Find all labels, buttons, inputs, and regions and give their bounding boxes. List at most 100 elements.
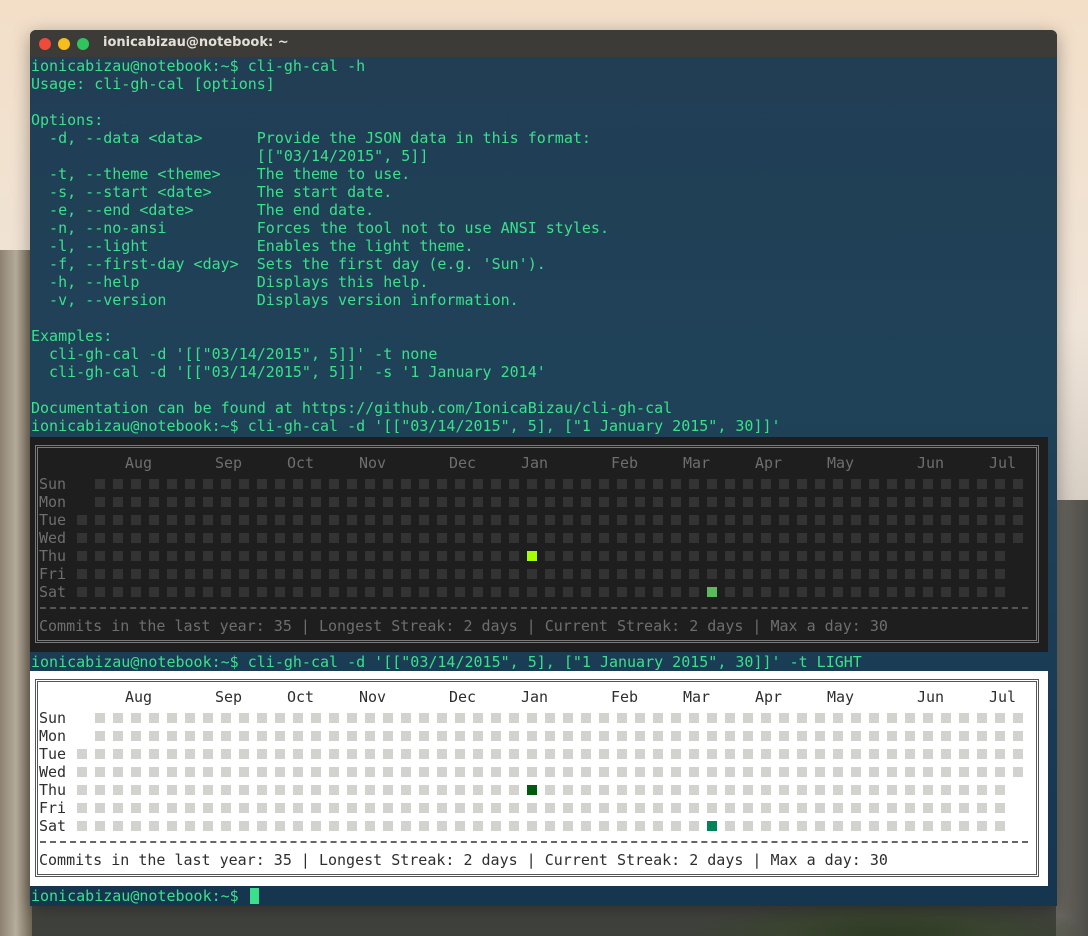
contribution-cell [617, 731, 627, 741]
contribution-cell [563, 515, 573, 525]
contribution-cell [779, 821, 789, 831]
contribution-cell [203, 821, 213, 831]
month-label: Jul [989, 688, 1017, 706]
contribution-cell [689, 767, 699, 777]
contribution-cell [311, 767, 321, 777]
contribution-cell [743, 803, 753, 813]
contribution-cell [563, 731, 573, 741]
terminal-output[interactable]: ionicabizau@notebook:~$ cli-gh-cal -h Usa… [30, 57, 1057, 906]
contribution-cell [689, 497, 699, 507]
contribution-cell [761, 749, 771, 759]
contribution-cell [419, 767, 429, 777]
contribution-cell [671, 803, 681, 813]
contribution-cell [509, 479, 519, 489]
contribution-cell [113, 551, 123, 561]
contribution-cell [365, 479, 375, 489]
contribution-cell [365, 749, 375, 759]
contribution-cell [617, 803, 627, 813]
contribution-cell [743, 821, 753, 831]
contribution-cell [419, 821, 429, 831]
contribution-cell [131, 587, 141, 597]
contribution-cell [995, 587, 1005, 597]
minimize-button[interactable] [58, 38, 70, 50]
contribution-cell [905, 533, 915, 543]
contribution-cell [455, 749, 465, 759]
contribution-cell [185, 569, 195, 579]
contribution-cell [185, 767, 195, 777]
contribution-cell [401, 731, 411, 741]
contribution-cell [581, 785, 591, 795]
contribution-cell [941, 749, 951, 759]
contribution-cell [437, 731, 447, 741]
maximize-button[interactable] [77, 38, 89, 50]
terminal-line: -n, --no-ansi Forces the tool not to use… [31, 219, 609, 237]
title-bar[interactable]: ionicabizau@notebook: ~ [30, 30, 1057, 57]
contribution-cell [257, 803, 267, 813]
contribution-cell [95, 497, 105, 507]
contribution-cell [833, 551, 843, 561]
contribution-cell [149, 515, 159, 525]
terminal-line: -d, --data <data> Provide the JSON data … [31, 129, 591, 147]
contribution-cell [95, 479, 105, 489]
contribution-cell [689, 479, 699, 489]
contribution-cell [707, 515, 717, 525]
contribution-cell [167, 713, 177, 723]
contribution-cell [923, 713, 933, 723]
contribution-cell [311, 533, 321, 543]
contribution-cell [257, 533, 267, 543]
contribution-cell [437, 587, 447, 597]
contribution-cell [797, 479, 807, 489]
month-label: Apr [755, 688, 783, 706]
contribution-cell [797, 515, 807, 525]
contribution-cell [311, 479, 321, 489]
cursor [249, 888, 259, 904]
close-button[interactable] [39, 38, 51, 50]
contribution-cell [617, 749, 627, 759]
contribution-cell [473, 587, 483, 597]
month-label: May [827, 688, 855, 706]
contribution-cell [95, 731, 105, 741]
contribution-cell [365, 515, 375, 525]
prompt-line[interactable]: ionicabizau@notebook:~$ [31, 887, 259, 905]
contribution-cell [797, 767, 807, 777]
contribution-cell [707, 551, 717, 561]
contribution-cell [1013, 749, 1023, 759]
contribution-cell [473, 533, 483, 543]
contribution-cell [491, 803, 501, 813]
contribution-cell [275, 551, 285, 561]
contribution-cell [239, 785, 249, 795]
contribution-cell [761, 785, 771, 795]
contribution-cell [347, 569, 357, 579]
contribution-cell [995, 803, 1005, 813]
contribution-cell [491, 515, 501, 525]
contribution-cell [653, 533, 663, 543]
contribution-cell [869, 749, 879, 759]
contribution-cell [239, 515, 249, 525]
contribution-cell [761, 821, 771, 831]
contribution-cell [383, 551, 393, 561]
contribution-cell [203, 497, 213, 507]
contribution-cell [509, 821, 519, 831]
contribution-cell [95, 533, 105, 543]
contribution-cell [617, 569, 627, 579]
contribution-cell [365, 551, 375, 561]
terminal-line: Documentation can be found at https://gi… [31, 399, 673, 417]
contribution-cell [833, 731, 843, 741]
contribution-cell [617, 497, 627, 507]
contribution-cell [275, 803, 285, 813]
month-label: Mar [683, 688, 711, 706]
contribution-cell [653, 587, 663, 597]
contribution-cell [851, 731, 861, 741]
contribution-cell [707, 749, 717, 759]
contribution-cell [257, 497, 267, 507]
contribution-cell [599, 515, 609, 525]
contribution-cell [131, 479, 141, 489]
contribution-cell [257, 749, 267, 759]
contribution-cell [491, 749, 501, 759]
contribution-cell [707, 767, 717, 777]
contribution-cell [365, 587, 375, 597]
contribution-cell [797, 821, 807, 831]
contribution-cell [815, 569, 825, 579]
contribution-cell [149, 749, 159, 759]
contribution-cell [815, 803, 825, 813]
